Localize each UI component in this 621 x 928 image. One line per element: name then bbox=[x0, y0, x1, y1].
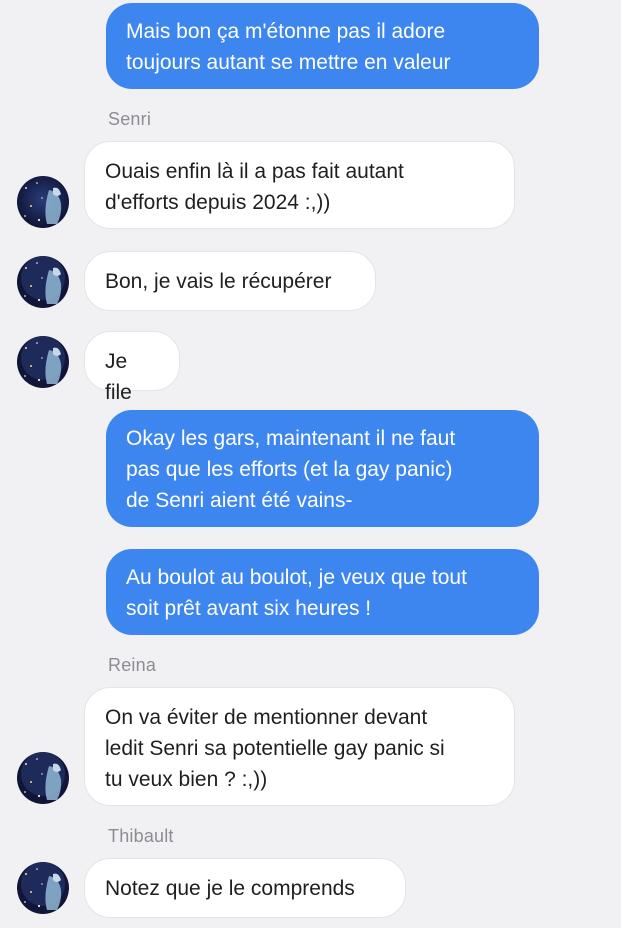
incoming-message-bubble[interactable]: On va éviter de mentionner devant ledit … bbox=[84, 687, 515, 806]
incoming-message-bubble[interactable]: Ouais enfin là il a pas fait autant d'ef… bbox=[84, 141, 515, 229]
avatar[interactable] bbox=[17, 752, 69, 804]
starry-night-avatar-icon bbox=[17, 752, 69, 804]
outgoing-message-bubble[interactable]: Mais bon ça m'étonne pas il adore toujou… bbox=[106, 3, 539, 89]
avatar[interactable] bbox=[17, 176, 69, 228]
sender-name: Senri bbox=[108, 109, 152, 129]
avatar[interactable] bbox=[17, 336, 69, 388]
starry-night-avatar-icon bbox=[17, 336, 69, 388]
outgoing-message-bubble[interactable]: Okay les gars, maintenant il ne faut pas… bbox=[106, 410, 539, 527]
incoming-message-bubble[interactable]: Notez que je le comprends bbox=[84, 858, 406, 918]
starry-night-avatar-icon bbox=[17, 256, 69, 308]
sender-name: Thibault bbox=[108, 826, 174, 846]
starry-night-avatar-icon bbox=[17, 176, 69, 228]
sender-name: Reina bbox=[108, 655, 157, 675]
incoming-message-bubble[interactable]: Je file bbox=[84, 331, 180, 404]
outgoing-message-bubble[interactable]: Au boulot au boulot, je veux que tout so… bbox=[106, 549, 539, 635]
starry-night-avatar-icon bbox=[17, 862, 69, 914]
avatar[interactable] bbox=[17, 862, 69, 914]
avatar[interactable] bbox=[17, 256, 69, 308]
incoming-message-bubble[interactable]: Bon, je vais le récupérer bbox=[84, 251, 376, 311]
